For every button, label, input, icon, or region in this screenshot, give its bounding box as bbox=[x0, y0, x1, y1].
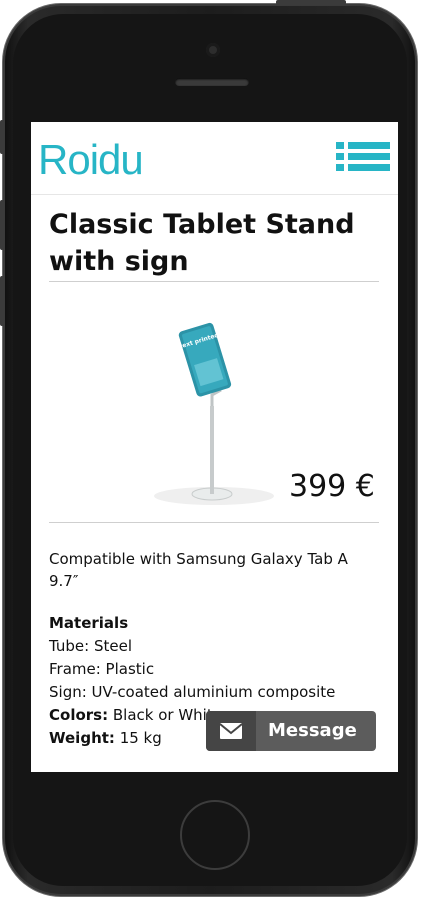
materials-heading: Materials bbox=[49, 614, 129, 632]
spec-tube: Tube: Steel bbox=[49, 637, 132, 655]
silent-switch bbox=[0, 120, 4, 154]
screen: Roidu Classic Tablet Stand with sign You… bbox=[31, 122, 398, 772]
earpiece-speaker bbox=[175, 78, 249, 86]
colors-value: Black or White bbox=[108, 706, 222, 724]
volume-up-button bbox=[0, 200, 4, 250]
price-divider bbox=[49, 522, 379, 523]
front-camera bbox=[206, 43, 220, 57]
colors-label: Colors: bbox=[49, 706, 109, 724]
spec-sign: Sign: UV-coated aluminium composite bbox=[49, 683, 336, 701]
product-title: Classic Tablet Stand with sign bbox=[49, 209, 355, 277]
site-header: Roidu bbox=[31, 122, 398, 195]
message-label: Message bbox=[268, 720, 357, 741]
weight-label: Weight: bbox=[49, 729, 115, 747]
title-divider bbox=[49, 281, 379, 282]
power-button bbox=[276, 0, 346, 5]
hamburger-menu-icon[interactable] bbox=[336, 142, 390, 172]
product-price: 399 € bbox=[289, 469, 375, 504]
envelope-icon bbox=[219, 723, 243, 739]
product-image: Your text printed here bbox=[154, 322, 274, 505]
message-icon-box bbox=[206, 711, 256, 751]
message-button[interactable]: Message bbox=[206, 711, 376, 751]
volume-down-button bbox=[0, 276, 4, 326]
spec-frame: Frame: Plastic bbox=[49, 660, 155, 678]
product-compatibility: Compatible with Samsung Galaxy Tab A 9.7… bbox=[49, 550, 348, 590]
home-button[interactable] bbox=[180, 800, 250, 870]
weight-value: 15 kg bbox=[114, 729, 162, 747]
roidu-logo[interactable]: Roidu bbox=[38, 136, 144, 184]
